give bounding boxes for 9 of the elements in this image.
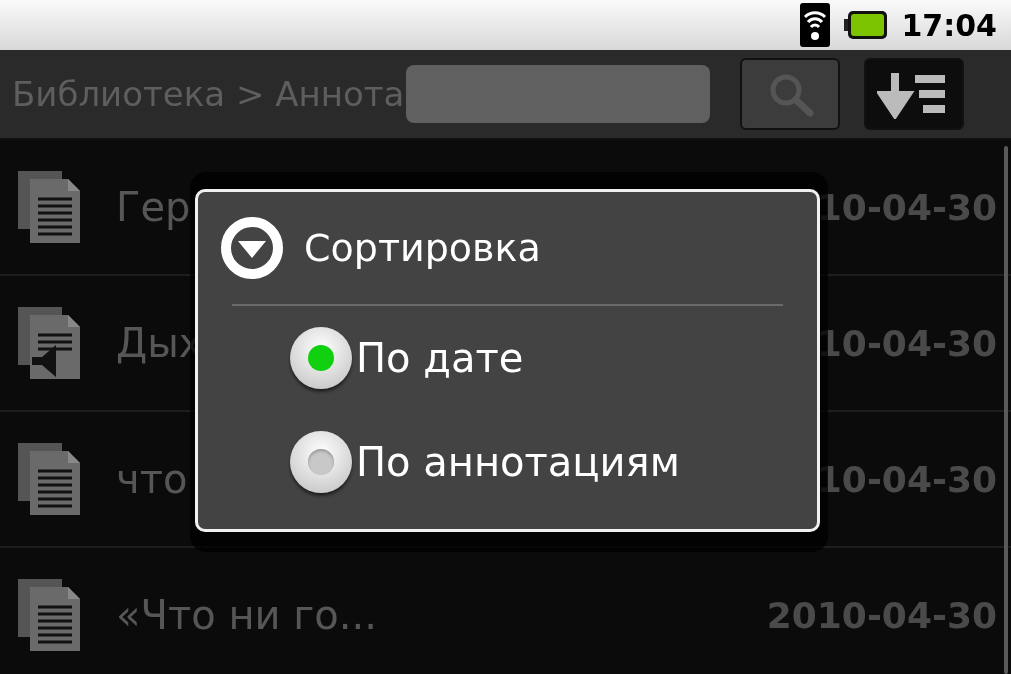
file-date: 10-04-30 bbox=[816, 322, 997, 364]
file-date: 2010-04-30 bbox=[766, 594, 997, 636]
file-date: 10-04-30 bbox=[816, 458, 997, 500]
dialog-title: Сортировка bbox=[304, 226, 541, 270]
file-date: 10-04-30 bbox=[816, 186, 997, 228]
file-title: «Что ни го... bbox=[116, 592, 377, 638]
file-title: что bbox=[116, 456, 188, 502]
file-title: Гер bbox=[116, 184, 191, 230]
clock: 17:04 bbox=[901, 7, 997, 43]
